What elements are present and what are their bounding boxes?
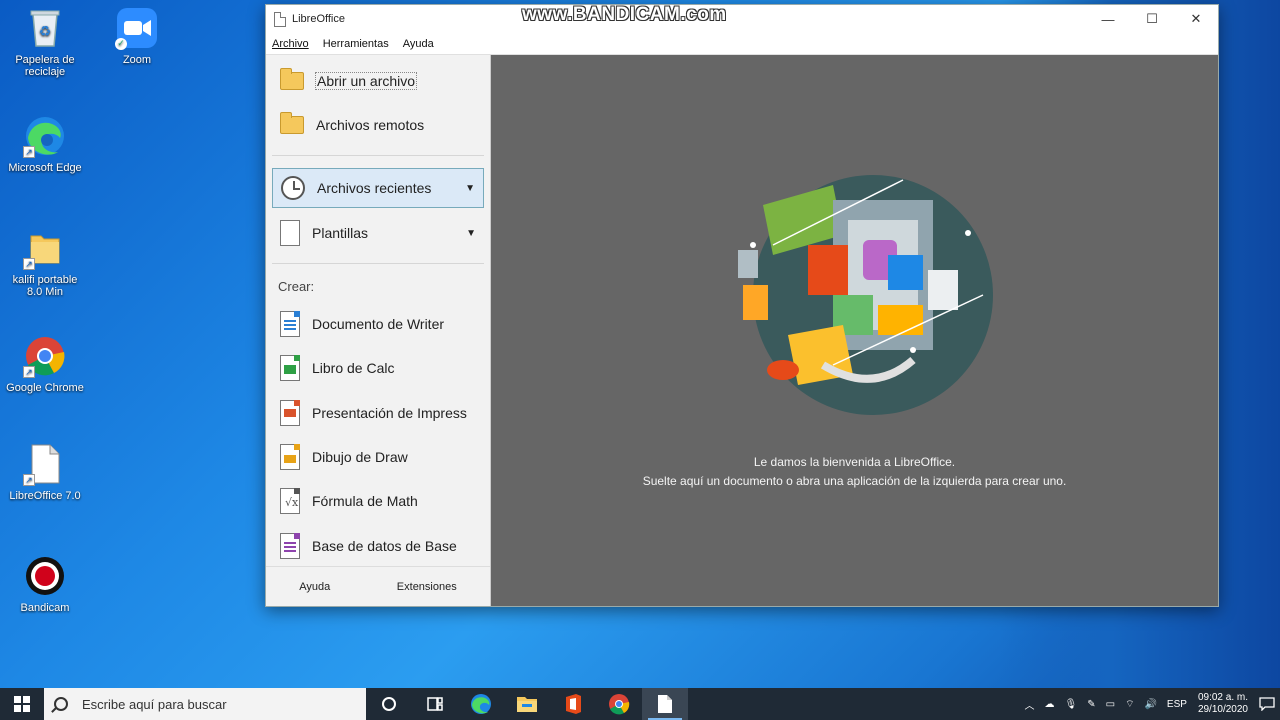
- document-drop-area[interactable]: Le damos la bienvenida a LibreOffice. Su…: [491, 55, 1218, 606]
- welcome-line-1: Le damos la bienvenida a LibreOffice.: [753, 455, 956, 469]
- close-button[interactable]: ✕: [1174, 5, 1218, 33]
- network-icon[interactable]: ⌔: [1125, 698, 1134, 711]
- desktop-icon-chrome[interactable]: ↗ Google Chrome: [0, 334, 90, 394]
- cortana-icon[interactable]: [366, 688, 412, 720]
- help-button[interactable]: Ayuda: [299, 581, 330, 593]
- language-indicator[interactable]: ESP: [1167, 699, 1187, 710]
- sidebar-divider: [272, 263, 484, 264]
- title-bar[interactable]: LibreOffice — ☐ ✕: [266, 5, 1218, 33]
- welcome-illustration: [738, 175, 993, 415]
- desktop-icon-zoom[interactable]: ✓ Zoom: [92, 6, 182, 66]
- create-label: Crear:: [278, 279, 315, 294]
- notifications-icon[interactable]: [1254, 688, 1280, 720]
- start-button[interactable]: [0, 688, 44, 720]
- show-hidden-icons-chevron-icon[interactable]: ︿: [1025, 697, 1035, 712]
- clock-time: 09:02 a. m.: [1197, 692, 1248, 703]
- window-title: LibreOffice: [292, 13, 345, 25]
- calc-icon: [280, 355, 300, 381]
- libreoffice-taskbar-icon[interactable]: [642, 688, 688, 720]
- draw-icon: [280, 444, 300, 470]
- chrome-icon[interactable]: [596, 688, 642, 720]
- start-center-sidebar: Abrir un archivo Archivos remotos Archiv…: [266, 55, 491, 606]
- minimize-button[interactable]: —: [1086, 5, 1130, 33]
- file-explorer-icon[interactable]: [504, 688, 550, 720]
- welcome-message: Le damos la bienvenida a LibreOffice. Su…: [491, 453, 1218, 491]
- create-impress-button[interactable]: Presentación de Impress: [272, 393, 484, 433]
- system-tray: ︿ ☁ 🎙 ✎ ▭ ⌔ 🔊 ESP 09:02 a. m. 29/10/2020: [1020, 688, 1280, 720]
- sidebar-divider: [272, 155, 484, 156]
- recycle-bin-icon: ♻: [23, 6, 67, 50]
- dropdown-arrow-icon[interactable]: ▼: [466, 228, 476, 239]
- search-icon: [54, 697, 68, 711]
- maximize-button[interactable]: ☐: [1130, 5, 1174, 33]
- folder-icon: ↗: [23, 226, 67, 270]
- folder-open-icon: [280, 68, 304, 90]
- create-draw-button[interactable]: Dibujo de Draw: [272, 437, 484, 477]
- menu-archivo[interactable]: Archivo: [272, 38, 309, 50]
- taskbar-clock[interactable]: 09:02 a. m. 29/10/2020: [1198, 692, 1248, 716]
- shortcut-arrow-icon: ↗: [23, 366, 35, 378]
- dropdown-arrow-icon[interactable]: ▼: [465, 183, 475, 194]
- sidebar-footer: Ayuda Extensiones: [266, 566, 490, 606]
- remote-folder-icon: [280, 112, 304, 134]
- libreoffice-start-center-window[interactable]: LibreOffice — ☐ ✕ Archivo Herramientas A…: [265, 4, 1219, 607]
- base-icon: [280, 533, 300, 559]
- desktop-icon-bandicam[interactable]: Bandicam: [0, 554, 90, 614]
- open-file-button[interactable]: Abrir un archivo: [272, 61, 484, 101]
- create-writer-button[interactable]: Documento de Writer: [272, 304, 484, 344]
- template-icon: [280, 220, 300, 246]
- math-icon: √x: [280, 488, 300, 514]
- microphone-icon[interactable]: 🎙: [1065, 699, 1078, 710]
- create-calc-button[interactable]: Libro de Calc: [272, 348, 484, 388]
- pen-icon[interactable]: ✎: [1087, 699, 1095, 710]
- libreoffice-icon: ↗: [23, 442, 67, 486]
- recording-watermark: www.BANDICAM.com: [522, 4, 727, 25]
- office-icon[interactable]: [550, 688, 596, 720]
- desktop-icon-folder[interactable]: ↗ kalifi portable 8.0 Min: [0, 226, 90, 298]
- taskbar-search-box[interactable]: Escribe aquí para buscar: [44, 688, 366, 720]
- shortcut-arrow-icon: ↗: [23, 474, 35, 486]
- svg-text:♻: ♻: [39, 24, 52, 40]
- desktop-icon-recycle-bin[interactable]: ♻ Papelera de reciclaje: [0, 6, 90, 78]
- create-base-button[interactable]: Base de datos de Base: [272, 526, 484, 566]
- zoom-icon: ✓: [115, 6, 159, 50]
- edge-icon: ↗: [23, 114, 67, 158]
- recent-files-button[interactable]: Archivos recientes ▼: [272, 168, 484, 208]
- libreoffice-app-icon: [274, 11, 286, 27]
- onedrive-cloud-icon[interactable]: ☁: [1045, 699, 1055, 710]
- menu-bar: Archivo Herramientas Ayuda: [266, 33, 1218, 55]
- search-placeholder: Escribe aquí para buscar: [82, 696, 227, 712]
- templates-button[interactable]: Plantillas ▼: [272, 213, 484, 253]
- clock-icon: [281, 176, 305, 200]
- menu-ayuda[interactable]: Ayuda: [403, 38, 434, 50]
- impress-icon: [280, 400, 300, 426]
- writer-icon: [280, 311, 300, 337]
- bandicam-icon: [23, 554, 67, 598]
- extensions-button[interactable]: Extensiones: [397, 581, 457, 593]
- edge-icon[interactable]: [458, 688, 504, 720]
- shortcut-arrow-icon: ↗: [23, 258, 35, 270]
- battery-icon[interactable]: ▭: [1106, 699, 1115, 710]
- volume-icon[interactable]: 🔊: [1144, 699, 1156, 710]
- desktop-icon-libreoffice[interactable]: ↗ LibreOffice 7.0: [0, 442, 90, 502]
- welcome-line-2: Suelte aquí un documento o abra una apli…: [642, 474, 1067, 488]
- task-view-icon[interactable]: [412, 688, 458, 720]
- remote-files-button[interactable]: Archivos remotos: [272, 105, 484, 145]
- clock-date: 29/10/2020: [1197, 704, 1248, 715]
- menu-herramientas[interactable]: Herramientas: [323, 38, 389, 50]
- taskbar: Escribe aquí para buscar ︿ ☁ 🎙 ✎ ▭ ⌔ 🔊 E…: [0, 688, 1280, 720]
- create-math-button[interactable]: √x Fórmula de Math: [272, 481, 484, 521]
- shortcut-arrow-icon: ✓: [115, 38, 127, 50]
- chrome-icon: ↗: [23, 334, 67, 378]
- windows-logo-icon: [14, 696, 30, 712]
- desktop-icon-edge[interactable]: ↗ Microsoft Edge: [0, 114, 90, 174]
- shortcut-arrow-icon: ↗: [23, 146, 35, 158]
